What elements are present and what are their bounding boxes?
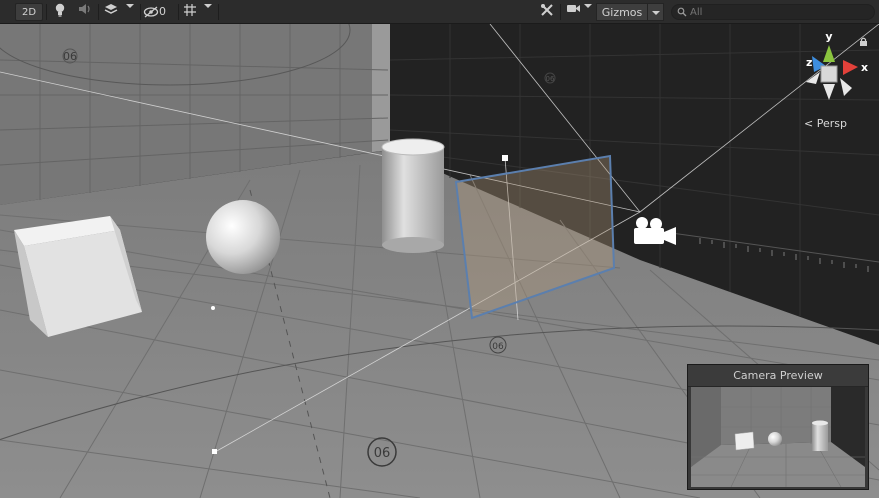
toolbar-divider [178, 4, 179, 20]
chevron-down-icon [584, 4, 592, 8]
eye-slash-icon [143, 6, 159, 18]
toolbar-divider [140, 4, 141, 20]
toolbar-divider [98, 4, 99, 20]
axis-x-label: x [861, 61, 868, 74]
toolbar-divider [46, 4, 47, 20]
projection-toggle[interactable]: < Persp [804, 117, 847, 130]
grid-marker-label: 06 [546, 75, 555, 83]
2d-toggle-button[interactable]: 2D [15, 3, 43, 21]
chevron-down-icon [204, 4, 212, 8]
light-bulb-icon [55, 3, 65, 17]
search-field[interactable] [671, 4, 875, 20]
effects-dropdown[interactable] [123, 3, 137, 21]
axis-y-label: y [825, 30, 832, 43]
camera-preview-title: Camera Preview [688, 365, 868, 387]
wall-edge [372, 24, 390, 152]
tools-button[interactable] [537, 3, 557, 21]
chevron-down-icon [651, 11, 660, 15]
camera-preview-panel: Camera Preview [687, 364, 869, 490]
axis-z-label: z [806, 56, 812, 69]
grid-snapping-button[interactable] [181, 3, 199, 21]
video-camera-icon [566, 5, 580, 12]
grid-dropdown[interactable] [201, 3, 215, 21]
lighting-toggle-button[interactable] [50, 3, 70, 21]
grid-marker-label: 06 [63, 50, 77, 63]
search-icon [677, 7, 687, 17]
sphere-object[interactable] [206, 200, 280, 274]
cylinder-object[interactable] [381, 138, 445, 253]
toolbar-divider [218, 4, 219, 20]
wrench-cross-icon [541, 4, 553, 16]
scene-visibility-toggle[interactable]: 0 [143, 3, 175, 21]
gizmos-button[interactable]: Gizmos [596, 3, 648, 21]
hidden-objects-count: 0 [159, 5, 166, 18]
camera-preview-viewport [691, 387, 865, 487]
grid-marker-label: 06 [374, 446, 391, 461]
camera-dropdown[interactable] [582, 3, 594, 21]
toolbar-divider [560, 4, 561, 20]
grid-icon [184, 4, 196, 16]
camera-settings-button[interactable] [564, 3, 582, 21]
audio-toggle-button[interactable] [74, 3, 96, 21]
effects-button[interactable] [101, 3, 121, 21]
scene-toolbar: 2D 0 Gizmos All [0, 0, 879, 24]
frustum-handle[interactable] [211, 306, 215, 310]
search-input[interactable] [690, 5, 870, 19]
chevron-down-icon [126, 4, 134, 8]
grid-marker-label: 06 [492, 342, 504, 352]
gizmo-center-cube[interactable] [820, 65, 838, 83]
gizmos-dropdown[interactable] [647, 3, 664, 21]
frustum-handle[interactable] [212, 449, 217, 454]
layers-icon [104, 4, 118, 14]
speaker-icon [79, 4, 90, 14]
frustum-handle[interactable] [502, 155, 508, 161]
